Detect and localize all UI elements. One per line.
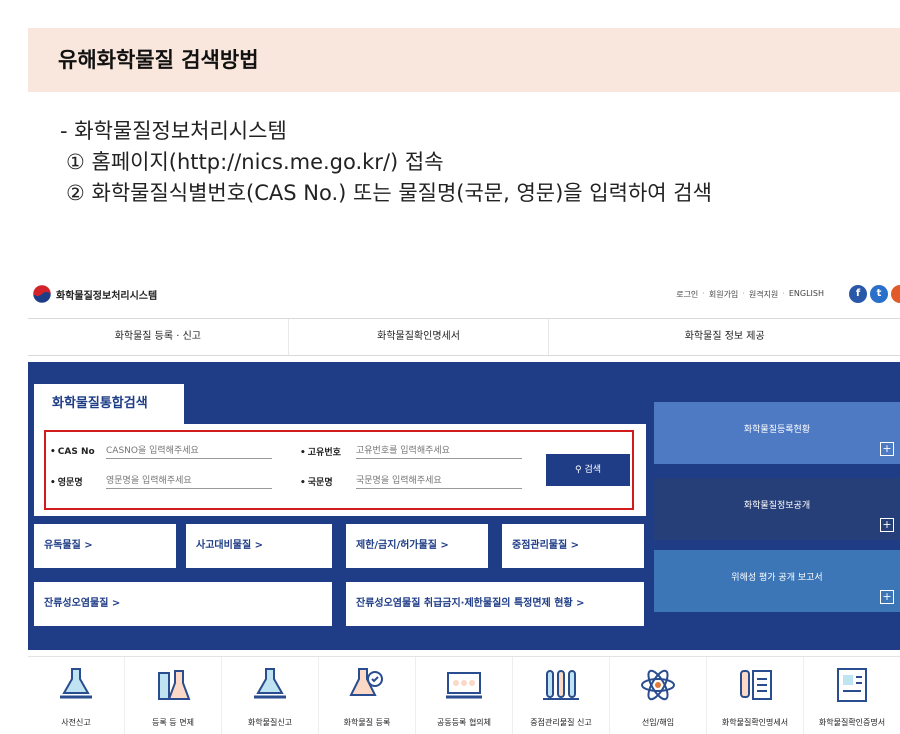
quick-pops[interactable]: 잔류성오염물질 >	[34, 582, 332, 626]
side-risk-report[interactable]: 위해성 평가 공개 보고서 +	[654, 550, 900, 612]
doc-line-3: ② 화학물질식별번호(CAS No.) 또는 물질명(국문, 영문)을 입력하여…	[66, 181, 712, 205]
service-label: 등록 등 면제	[152, 718, 194, 727]
service-chemical-report[interactable]: 화학물질신고	[222, 657, 319, 734]
top-bar: 화학물질정보처리시스템 로그인 · 회원가입 · 원격지원 · ENGLISH f t	[28, 276, 900, 312]
eng-field-row: 영문명	[50, 474, 272, 489]
cas-label: CAS No	[50, 447, 106, 457]
eng-label: 영문명	[50, 475, 106, 488]
unique-field-row: 고유번호	[300, 444, 522, 459]
plus-icon: +	[880, 442, 894, 456]
english-link[interactable]: ENGLISH	[789, 289, 824, 300]
service-label: 화학물질확인증명서	[818, 718, 886, 727]
side-info-disclosure[interactable]: 화학물질정보공개 +	[654, 478, 900, 540]
doc-line-1: - 화학물질정보처리시스템	[60, 119, 287, 143]
certificate-icon	[837, 668, 867, 702]
logo-emblem-icon	[32, 284, 52, 304]
group-screen-icon	[446, 672, 482, 699]
service-confirmation-certificate[interactable]: 화학물질확인증명서	[804, 657, 900, 734]
signup-link[interactable]: 회원가입	[709, 289, 738, 300]
atom-icon	[641, 669, 675, 701]
site-logo[interactable]: 화학물질정보처리시스템	[32, 284, 157, 304]
kor-name-input[interactable]	[356, 474, 522, 489]
side-registration-status[interactable]: 화학물질등록현황 +	[654, 402, 900, 464]
quick-restricted[interactable]: 제한/금지/허가물질 >	[346, 524, 488, 568]
service-joint-registration[interactable]: 공동등록 협의체	[416, 657, 513, 734]
utility-links: 로그인 · 회원가입 · 원격지원 · ENGLISH	[676, 289, 824, 300]
service-label: 선임/해임	[641, 718, 675, 727]
side-panel: 화학물질등록현황 + 화학물질정보공개 + 위해성 평가 공개 보고서 +	[654, 402, 900, 626]
doc-title: 유해화학물질 검색방법	[58, 48, 259, 72]
side-registration-label: 화학물질등록현황	[743, 425, 811, 435]
service-appointment[interactable]: 선임/해임	[610, 657, 707, 734]
main-nav: 화학물질 등록 · 신고 화학물질확인명세서 화학물질 정보 제공	[28, 318, 900, 356]
quick-accident[interactable]: 사고대비물질 >	[186, 524, 332, 568]
unique-number-input[interactable]	[356, 444, 522, 459]
logo-text: 화학물질정보처리시스템	[56, 290, 158, 302]
search-button-label: 검색	[584, 465, 601, 475]
main-visual: 화학물질통합검색 CAS No 고유번호 영문명 국문명	[28, 362, 900, 650]
search-tab[interactable]: 화학물질통합검색	[34, 384, 184, 424]
service-exemption[interactable]: 등록 등 면제	[125, 657, 222, 734]
service-pre-report[interactable]: 사전신고	[28, 657, 125, 734]
instagram-icon[interactable]	[891, 285, 900, 303]
service-priority-report[interactable]: 중점관리물질 신고	[513, 657, 610, 734]
flask-hand-icon	[60, 668, 92, 699]
doc-body: - 화학물질정보처리시스템 ① 홈페이지(http://nics.me.go.k…	[60, 116, 712, 209]
plus-icon: +	[880, 518, 894, 532]
search-highlight-box: CAS No 고유번호 영문명 국문명 ⚲ 검색	[44, 430, 634, 510]
service-label: 화학물질신고	[247, 718, 293, 727]
side-info-label: 화학물질정보공개	[743, 501, 811, 511]
nav-registration[interactable]: 화학물질 등록 · 신고	[28, 319, 289, 355]
unique-label: 고유번호	[300, 445, 356, 458]
cas-input[interactable]	[106, 444, 272, 459]
search-panel: CAS No 고유번호 영문명 국문명 ⚲ 검색	[34, 424, 646, 516]
doc-line-2: ① 홈페이지(http://nics.me.go.kr/) 접속	[66, 150, 444, 174]
flask-hand-icon	[254, 668, 286, 699]
sns-links: f t	[849, 285, 900, 303]
website-screenshot: 화학물질정보처리시스템 로그인 · 회원가입 · 원격지원 · ENGLISH f t…	[28, 276, 900, 734]
service-label: 중점관리물질 신고	[530, 718, 592, 727]
service-label: 공동등록 협의체	[436, 718, 492, 727]
quick-toxic[interactable]: 유독물질 >	[34, 524, 176, 568]
side-risk-label: 위해성 평가 공개 보고서	[731, 573, 823, 583]
service-icons: 사전신고 등록 등 면제 화학물질신고 화학물질 등록 공동등록 협의체 중점관…	[28, 656, 900, 734]
nav-info[interactable]: 화학물질 정보 제공	[549, 319, 900, 355]
search-button[interactable]: ⚲ 검색	[546, 454, 630, 486]
cas-field-row: CAS No	[50, 444, 272, 459]
eng-name-input[interactable]	[106, 474, 272, 489]
twitter-icon[interactable]: t	[870, 285, 888, 303]
kor-label: 국문명	[300, 475, 356, 488]
flask-check-icon	[349, 668, 383, 696]
service-confirmation-statement[interactable]: 화학물질확인명세서	[707, 657, 804, 734]
service-label: 화학물질확인명세서	[721, 718, 789, 727]
quick-pops-exemption[interactable]: 잔류성오염물질 취급금지·제한물질의 특정면제 현황 >	[346, 582, 644, 626]
doc-title-band: 유해화학물질 검색방법	[28, 28, 900, 92]
remote-support-link[interactable]: 원격지원	[749, 289, 778, 300]
beakers-icon	[158, 670, 191, 700]
test-tubes-icon	[543, 670, 579, 700]
plus-icon: +	[880, 590, 894, 604]
kor-field-row: 국문명	[300, 474, 522, 489]
quick-priority[interactable]: 중점관리물질 >	[502, 524, 644, 568]
service-chemical-registration[interactable]: 화학물질 등록	[319, 657, 416, 734]
tube-document-icon	[740, 670, 772, 700]
service-label: 사전신고	[61, 718, 91, 727]
nav-confirmation[interactable]: 화학물질확인명세서	[289, 319, 550, 355]
login-link[interactable]: 로그인	[676, 289, 698, 300]
facebook-icon[interactable]: f	[849, 285, 867, 303]
service-label: 화학물질 등록	[343, 718, 391, 727]
